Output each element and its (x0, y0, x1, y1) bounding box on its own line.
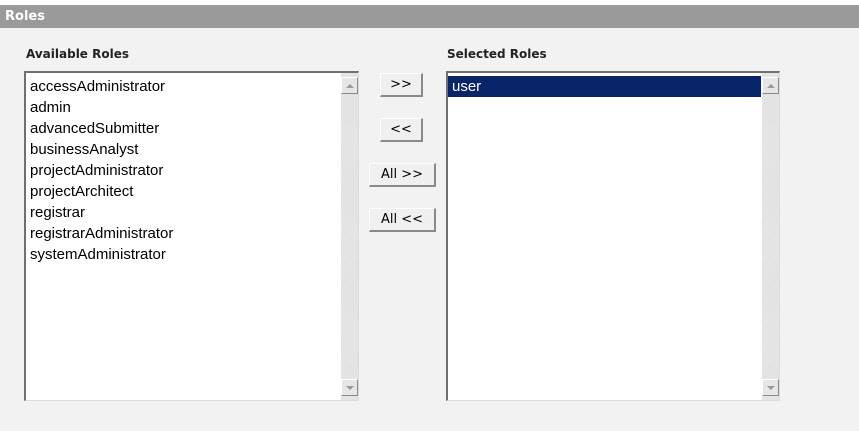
selected-roles-label: Selected Roles (447, 47, 547, 61)
scroll-down-button[interactable] (341, 379, 358, 396)
available-roles-scrollbar[interactable] (341, 73, 358, 400)
role-option[interactable]: advancedSubmitter (26, 118, 340, 139)
remove-all-button[interactable]: All << (369, 208, 436, 232)
scroll-up-button[interactable] (341, 77, 358, 94)
remove-selected-button[interactable]: << (380, 118, 423, 142)
scroll-down-button[interactable] (762, 379, 779, 396)
selected-roles-scrollbar[interactable] (762, 73, 779, 400)
scroll-up-arrow-icon (766, 83, 775, 88)
role-option[interactable]: registrar (26, 202, 340, 223)
role-option[interactable]: projectAdministrator (26, 160, 340, 181)
available-roles-label: Available Roles (26, 47, 130, 61)
available-roles-list: accessAdministrator admin advancedSubmitte… (26, 76, 340, 265)
role-option[interactable]: user (448, 76, 761, 97)
role-option[interactable]: admin (26, 97, 340, 118)
role-option[interactable]: registrarAdministrator (26, 223, 340, 244)
scroll-down-arrow-icon (766, 385, 775, 390)
role-option[interactable]: accessAdministrator (26, 76, 340, 97)
scroll-up-arrow-icon (345, 83, 354, 88)
scroll-down-arrow-icon (345, 385, 354, 390)
role-option[interactable]: systemAdministrator (26, 244, 340, 265)
add-all-button[interactable]: All >> (369, 163, 436, 187)
selected-roles-listbox[interactable]: user (446, 71, 780, 401)
selected-roles-list: user (448, 76, 761, 97)
add-selected-button[interactable]: >> (380, 73, 423, 97)
role-option[interactable]: projectArchitect (26, 181, 340, 202)
role-option[interactable]: businessAnalyst (26, 139, 340, 160)
available-roles-listbox[interactable]: accessAdministrator admin advancedSubmitte… (24, 71, 359, 401)
scroll-up-button[interactable] (762, 77, 779, 94)
panel-title: Roles (0, 5, 859, 28)
